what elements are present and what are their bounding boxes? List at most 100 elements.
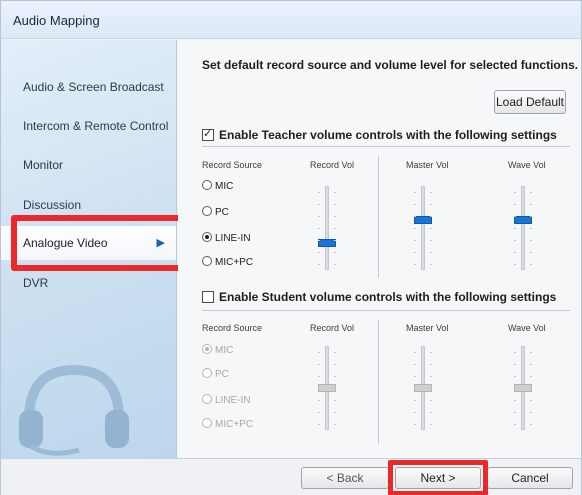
slider-tick [318,412,320,413]
radio-label: LINE-IN [215,395,251,406]
slider-tick [514,264,516,265]
student-col-master-vol: Master Vol [406,323,449,333]
slider-tick [414,204,416,205]
slider-tick [334,388,336,389]
sidebar-item-dvr[interactable]: DVR [1,266,176,300]
teacher-col-master-vol: Master Vol [406,160,449,170]
slider-tick [334,400,336,401]
student-enable-checkbox[interactable]: Enable Student volume controls with the … [202,290,556,304]
radio-icon [202,256,212,266]
window-title: Audio Mapping [13,13,100,28]
radio-label: MIC [215,345,234,356]
slider-thumb[interactable] [514,216,532,224]
student-source-line-in-radio: LINE-IN [202,394,251,408]
teacher-col-record-vol: Record Vol [310,160,355,170]
teacher-col-record-source: Record Source [202,160,263,170]
slider-tick [318,400,320,401]
checkbox-checked-icon [202,127,214,141]
slider-tick [334,264,336,265]
slider-tick [530,400,532,401]
teacher-source-pc-radio[interactable]: PC [202,206,229,220]
slider-tick [334,376,336,377]
radio-label: MIC+PC [215,419,254,430]
slider-track [325,186,329,270]
radio-icon [202,394,212,404]
page-heading: Set default record source and volume lev… [202,58,579,72]
slider-tick [530,216,532,217]
slider-tick [514,400,516,401]
slider-tick [530,252,532,253]
slider-tick [530,412,532,413]
teacher-source-mic-pc-radio[interactable]: MIC+PC [202,256,253,270]
slider-tick [430,376,432,377]
teacher-enable-checkbox[interactable]: Enable Teacher volume controls with the … [202,127,557,142]
teacher-source-line-in-radio[interactable]: LINE-IN [202,232,251,246]
slider-tick [430,240,432,241]
teacher-col-wave-vol: Wave Vol [508,160,546,170]
next-button-highlight [388,460,488,495]
student-col-wave-vol: Wave Vol [508,323,546,333]
radio-label: MIC [215,181,234,192]
slider-tick [318,424,320,425]
slider-tick [430,252,432,253]
slider-tick [318,228,320,229]
audio-mapping-window: Audio Mapping Audio & Screen Broadcast I… [0,0,582,495]
slider-tick [318,216,320,217]
slider-tick [530,352,532,353]
slider-tick [530,424,532,425]
slider-tick [318,364,320,365]
slider-tick [318,264,320,265]
radio-label: LINE-IN [215,233,251,244]
slider-tick [530,240,532,241]
slider-tick [430,412,432,413]
teacher-master-vol-slider[interactable] [408,186,438,270]
button-bar: < Back Next > Cancel [1,458,581,495]
radio-icon [202,418,212,428]
teacher-wave-vol-slider[interactable] [508,186,538,270]
slider-tick [430,204,432,205]
slider-tick [334,424,336,425]
slider-tick [414,412,416,413]
slider-tick [514,204,516,205]
radio-icon [202,368,212,378]
slider-tick [430,364,432,365]
cancel-button[interactable]: Cancel [487,467,573,489]
slider-tick [514,388,516,389]
slider-tick [334,352,336,353]
student-col-record-vol: Record Vol [310,323,355,333]
slider-tick [414,264,416,265]
main-content: Set default record source and volume lev… [178,40,581,458]
teacher-record-vol-slider[interactable] [312,186,342,270]
slider-tick [514,424,516,425]
slider-tick [318,204,320,205]
slider-tick [430,352,432,353]
slider-tick [530,264,532,265]
slider-tick [514,352,516,353]
student-source-mic-pc-radio: MIC+PC [202,418,253,432]
slider-tick [514,412,516,413]
slider-tick [530,364,532,365]
radio-label: PC [215,207,229,218]
student-master-vol-slider [408,346,438,430]
slider-tick [430,228,432,229]
load-default-button[interactable]: Load Default [494,90,566,114]
slider-tick [430,264,432,265]
slider-tick [514,216,516,217]
slider-tick [530,228,532,229]
slider-tick [430,216,432,217]
slider-tick [530,192,532,193]
slider-tick [514,376,516,377]
slider-tick [414,352,416,353]
slider-tick [318,388,320,389]
back-button[interactable]: < Back [301,467,389,489]
teacher-source-mic-radio[interactable]: MIC [202,180,233,194]
radio-label: PC [215,369,229,380]
slider-track [521,186,525,270]
slider-thumb[interactable] [414,216,432,224]
sidebar-item-audio-screen-broadcast[interactable]: Audio & Screen Broadcast [1,70,176,104]
radio-selected-icon [202,232,212,242]
sidebar-item-monitor[interactable]: Monitor [1,148,176,182]
slider-tick [430,424,432,425]
sidebar-item-intercom-remote-control[interactable]: Intercom & Remote Control [1,109,176,143]
slider-tick [334,252,336,253]
